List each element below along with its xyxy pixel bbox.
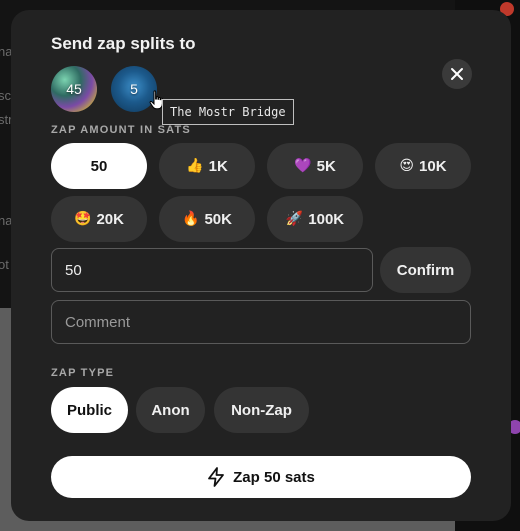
comment-input[interactable]: Comment	[51, 300, 471, 344]
amount-preset-label: 20K	[96, 210, 124, 228]
background-text-fragment: ot	[0, 257, 9, 272]
heart-eyes-icon: 😍	[399, 158, 415, 174]
zap-splits-modal: Send zap splits to 45 5 The Mostr Bridge…	[11, 10, 511, 521]
zap-submit-button[interactable]: Zap 50 sats	[51, 456, 471, 498]
zap-type-non-zap[interactable]: Non-Zap	[214, 387, 309, 433]
amount-preset-5k[interactable]: 💜 5K	[267, 143, 363, 189]
purple-heart-icon: 💜	[294, 158, 312, 174]
amount-preset-50[interactable]: 50	[51, 143, 147, 189]
recipient-avatar[interactable]: 45	[51, 66, 97, 112]
custom-amount-input[interactable]: 50	[51, 248, 373, 292]
close-button[interactable]	[442, 59, 472, 89]
amount-preset-10k[interactable]: 😍 10K	[375, 143, 471, 189]
amount-preset-label: 1K	[208, 157, 228, 175]
recipient-tooltip: The Mostr Bridge	[162, 99, 294, 125]
zap-submit-label: Zap 50 sats	[233, 468, 315, 486]
thumbs-up-icon: 👍	[186, 158, 204, 174]
confirm-button[interactable]: Confirm	[380, 247, 471, 293]
amount-preset-label: 50	[90, 157, 108, 175]
zap-type-public[interactable]: Public	[51, 387, 128, 433]
amount-preset-1k[interactable]: 👍 1K	[159, 143, 255, 189]
recipient-count: 45	[66, 81, 82, 97]
star-struck-icon: 🤩	[74, 211, 92, 227]
zap-type-label: ZAP TYPE	[51, 367, 115, 379]
amount-preset-20k[interactable]: 🤩 20K	[51, 196, 147, 242]
zap-amount-label: ZAP AMOUNT IN SATS	[51, 124, 191, 136]
amount-preset-100k[interactable]: 🚀 100K	[267, 196, 363, 242]
close-icon	[451, 68, 463, 80]
lightning-icon	[208, 467, 225, 487]
amount-preset-50k[interactable]: 🔥 50K	[159, 196, 255, 242]
modal-title: Send zap splits to	[51, 34, 196, 53]
rocket-icon: 🚀	[285, 211, 304, 227]
background-text-fragment: sc	[0, 88, 11, 103]
amount-preset-label: 100K	[308, 210, 345, 228]
amount-preset-label: 10K	[419, 157, 447, 175]
fire-icon: 🔥	[182, 211, 200, 227]
amount-preset-label: 50K	[204, 210, 232, 228]
amount-preset-label: 5K	[316, 157, 336, 175]
recipient-count: 5	[130, 81, 138, 97]
zap-type-anon[interactable]: Anon	[136, 387, 205, 433]
